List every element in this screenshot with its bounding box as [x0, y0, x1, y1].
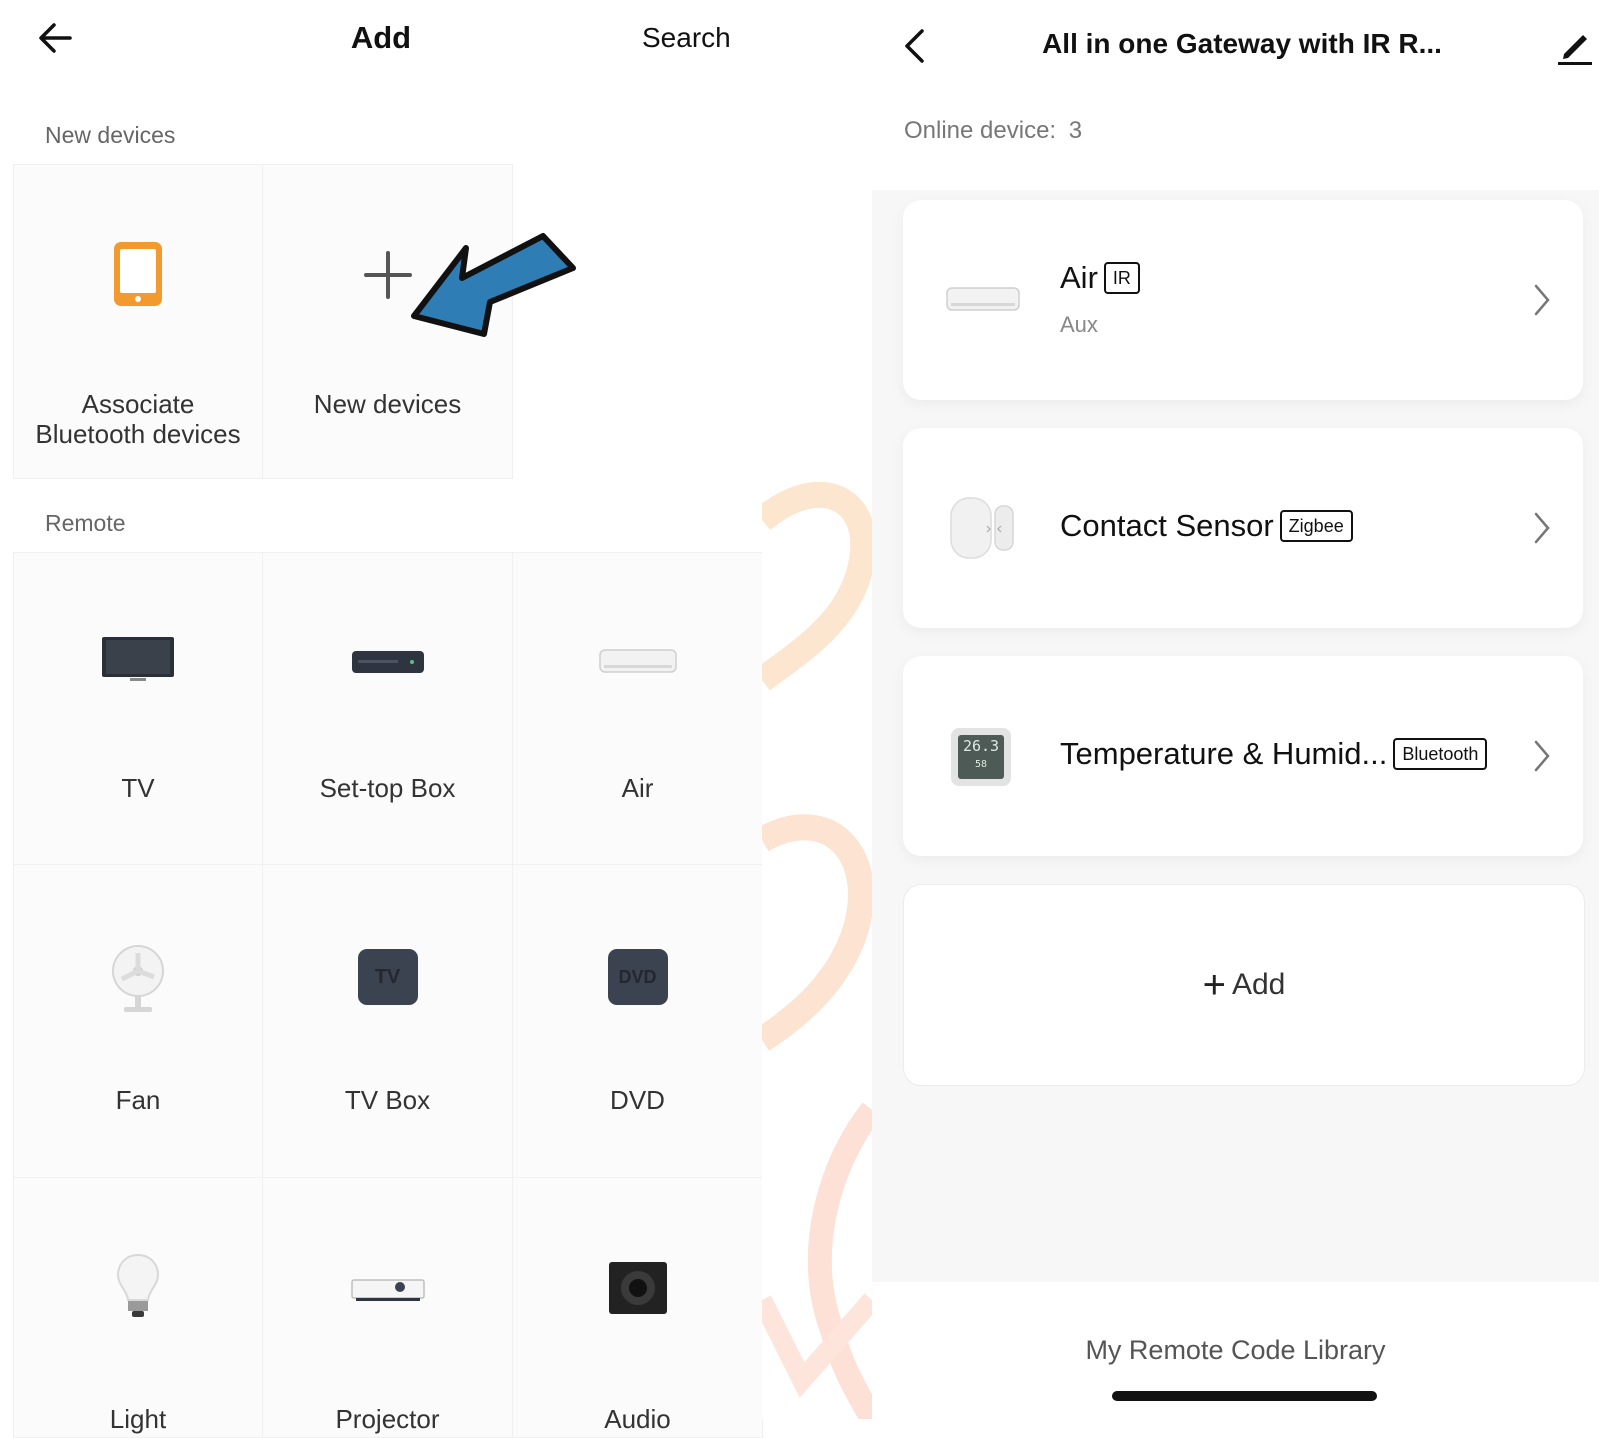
light-bulb-icon	[116, 1253, 160, 1317]
tile-label: TV Box	[344, 1085, 431, 1115]
thermometer-hygrometer-icon: 26.3 58	[951, 728, 1011, 786]
tile-tv-box[interactable]: TV TV Box	[263, 865, 513, 1178]
plus-icon: +	[1202, 963, 1226, 1007]
add-label: Add	[1231, 968, 1286, 1001]
tile-tv[interactable]: TV	[13, 552, 263, 865]
air-conditioner-icon	[946, 287, 1020, 311]
search-button[interactable]: Search	[642, 22, 731, 54]
tile-dvd[interactable]: DVD DVD	[513, 865, 763, 1178]
home-indicator	[1112, 1391, 1377, 1401]
fan-icon	[112, 945, 164, 1012]
add-device-panel: Add Search New devices Associate Bluetoo…	[0, 0, 763, 1438]
device-name: Contact Sensor Zigbee	[1060, 508, 1353, 544]
device-card-air[interactable]: Air IR Aux	[903, 200, 1583, 400]
chevron-right-icon	[1534, 284, 1550, 316]
edit-pencil-icon[interactable]	[1556, 26, 1594, 66]
tile-set-top-box[interactable]: Set-top Box	[263, 552, 513, 865]
tile-audio[interactable]: Audio	[513, 1178, 763, 1438]
device-subtitle: Aux	[1060, 312, 1098, 337]
section-title-remote: Remote	[45, 510, 126, 536]
back-chevron-icon[interactable]	[900, 28, 930, 64]
protocol-badge: Zigbee	[1279, 510, 1353, 542]
annotation-arrow-icon	[411, 233, 576, 337]
online-bar	[872, 100, 1599, 190]
phone-icon	[114, 242, 162, 306]
contact-sensor-icon	[950, 497, 1014, 559]
tile-label: Set-top Box	[319, 773, 456, 803]
tile-label: Projector	[335, 1404, 440, 1434]
tile-label: New devices	[313, 389, 462, 419]
device-name: Air IR	[1060, 260, 1140, 296]
tile-label: Fan	[115, 1085, 161, 1115]
chevron-right-icon	[1534, 512, 1550, 544]
tile-label: DVD	[610, 1085, 665, 1115]
section-title-new-devices: New devices	[45, 122, 176, 148]
chevron-right-icon	[1534, 740, 1550, 772]
projector-icon	[350, 1279, 425, 1301]
set-top-box-icon	[351, 651, 424, 673]
tile-label: Light	[109, 1404, 167, 1434]
tile-label: Audio	[604, 1404, 671, 1434]
tile-label: Associate Bluetooth devices	[35, 389, 241, 449]
add-content: + Add	[904, 963, 1584, 1008]
tv-box-icon: TV	[357, 949, 418, 1005]
display-temperature: 26.3	[962, 737, 1000, 755]
page-title: All in one Gateway with IR R...	[1042, 28, 1442, 59]
tile-air[interactable]: Air	[513, 552, 763, 865]
background-decoration	[762, 0, 872, 1419]
air-conditioner-icon	[598, 649, 677, 673]
device-card-contact-sensor[interactable]: Contact Sensor Zigbee	[903, 428, 1583, 628]
tile-associate-bluetooth[interactable]: Associate Bluetooth devices	[13, 164, 263, 479]
tile-label: TV	[121, 773, 155, 803]
tile-fan[interactable]: Fan	[13, 865, 263, 1178]
tile-label: Air	[621, 773, 654, 803]
device-card-temperature-humidity[interactable]: 26.3 58 Temperature & Humid... Bluetooth	[903, 656, 1583, 856]
display-humidity: 58	[974, 759, 988, 770]
dvd-icon: DVD	[607, 949, 668, 1005]
protocol-badge: Bluetooth	[1393, 738, 1488, 770]
online-label: Online device:	[904, 117, 1057, 144]
gateway-panel: All in one Gateway with IR R... Online d…	[872, 0, 1599, 1419]
tv-icon	[102, 637, 174, 681]
tile-light[interactable]: Light	[13, 1178, 263, 1438]
remote-code-library-link[interactable]: My Remote Code Library	[872, 1335, 1599, 1366]
online-count: 3	[1068, 117, 1083, 144]
tile-projector[interactable]: Projector	[263, 1178, 513, 1438]
protocol-badge: IR	[1103, 262, 1140, 294]
speaker-icon	[608, 1262, 667, 1314]
device-name: Temperature & Humid... Bluetooth	[1060, 736, 1488, 772]
plus-icon	[363, 251, 412, 299]
add-device-button[interactable]: + Add	[903, 884, 1585, 1086]
online-device-count: Online device: 3	[904, 117, 1082, 145]
